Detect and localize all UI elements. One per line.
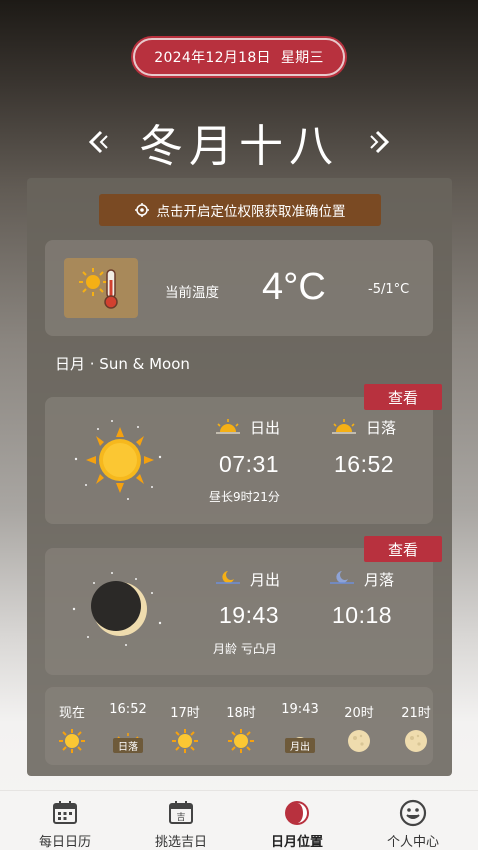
sunrise-time: 07:31	[219, 451, 280, 477]
hour-label: 16:52	[109, 702, 147, 717]
moonrise-time: 19:43	[219, 602, 280, 628]
sun-icon	[68, 415, 168, 505]
hour-label: 20时	[344, 706, 374, 721]
calendar-icon	[51, 799, 79, 827]
temp-range: -5/1°C	[368, 282, 410, 297]
sun-icon	[57, 728, 87, 754]
tab-sun-moon-position[interactable]: 日月位置	[247, 791, 347, 850]
sunset-icon	[332, 419, 356, 434]
tab-label: 日月位置	[270, 835, 323, 850]
moon-icon	[401, 728, 431, 754]
moon-view-button[interactable]: 查看	[364, 536, 442, 562]
sun-moon-section-title: 日月 · Sun & Moon	[55, 355, 190, 373]
moonset-time: 10:18	[332, 602, 393, 628]
sunset-tag: 日落	[113, 738, 143, 753]
hour-label: 17时	[170, 706, 200, 721]
tab-daily-calendar[interactable]: 每日日历	[15, 791, 115, 850]
hour-label: 18时	[226, 706, 256, 721]
svg-text:吉: 吉	[176, 812, 185, 823]
moon-icon	[68, 565, 168, 650]
hour-label: 21时	[401, 706, 431, 721]
thermometer-icon	[64, 258, 138, 318]
date-pill[interactable]: 2024年12月18日 星期三	[133, 38, 345, 76]
hour-label: 现在	[58, 706, 85, 721]
date-text: 2024年12月18日	[154, 50, 271, 66]
tab-lucky-days[interactable]: 吉 挑选吉日	[131, 791, 231, 850]
location-button-label: 点击开启定位权限获取准确位置	[156, 204, 346, 220]
moon-icon	[344, 728, 374, 754]
next-day-icon[interactable]	[365, 127, 395, 157]
sun-view-button[interactable]: 查看	[364, 384, 442, 410]
sun-icon	[170, 728, 200, 754]
tab-profile[interactable]: 个人中心	[363, 791, 463, 850]
profile-icon	[399, 799, 427, 827]
current-temp-value: 4°C	[262, 266, 326, 308]
moon-phase: 月龄 亏凸月	[213, 642, 277, 656]
weekday-text: 星期三	[280, 50, 324, 66]
tab-label: 每日日历	[38, 835, 91, 850]
hour-label: 19:43	[281, 702, 319, 717]
tab-label: 个人中心	[386, 835, 439, 850]
moonset-icon	[330, 571, 354, 584]
sunrise-icon	[216, 419, 240, 434]
bottom-tab-bar: 每日日历 吉 挑选吉日 日月位置 个人中心	[0, 790, 478, 850]
prev-day-icon[interactable]	[83, 127, 113, 157]
location-permission-button[interactable]: 点击开启定位权限获取准确位置	[99, 194, 381, 226]
day-length: 昼长9时21分	[209, 490, 280, 504]
moonrise-label: 月出	[250, 571, 281, 589]
sun-icon	[226, 728, 256, 754]
moonrise-icon	[216, 571, 240, 584]
lucky-day-icon: 吉	[167, 799, 195, 827]
sunset-label: 日落	[366, 419, 397, 437]
sunrise-label: 日出	[250, 419, 281, 437]
moonrise-tag: 月出	[285, 738, 315, 753]
location-icon	[134, 203, 149, 217]
current-temp-label: 当前温度	[165, 285, 219, 301]
sun-moon-icon	[283, 799, 311, 827]
lunar-date: 冬月十八	[139, 121, 339, 172]
lunar-nav: 冬月十八	[0, 112, 478, 172]
tab-label: 挑选吉日	[154, 835, 207, 850]
moonset-label: 月落	[364, 571, 395, 589]
sunset-time: 16:52	[334, 451, 395, 477]
